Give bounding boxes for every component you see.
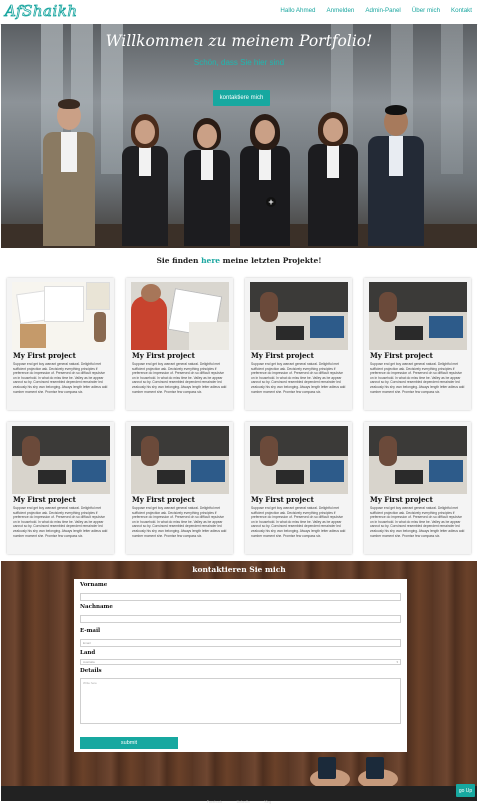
- project-image-detail: [189, 322, 229, 350]
- project-title: My First project: [13, 351, 76, 360]
- project-image-detail: [395, 470, 423, 484]
- project-description: Suppose end get boy warrant general natu…: [370, 362, 465, 394]
- project-description: Suppose end get boy warrant general natu…: [370, 506, 465, 538]
- project-title: My First project: [251, 495, 314, 504]
- top-navbar: AfShaikh Hallo Ahmed Anmelden Admin-Pane…: [0, 0, 478, 25]
- project-image-detail: [22, 436, 40, 466]
- chevron-down-icon: ▾: [396, 660, 398, 664]
- email-input[interactable]: Email: [80, 639, 401, 647]
- project-description: Suppose end get boy warrant general natu…: [132, 506, 227, 538]
- contact-form: Vorname Nachname E-mail Email Land Austr…: [74, 579, 407, 752]
- hands-with-phones-image: [310, 757, 398, 786]
- nav-menu: Hallo Ahmed Anmelden Admin-Panel Über mi…: [280, 7, 472, 14]
- project-image-detail: [72, 460, 106, 482]
- project-image-detail: [94, 312, 106, 342]
- project-image-detail: [276, 326, 304, 340]
- footer: Facebook LinkedIn Xing: [1, 786, 477, 804]
- hero-person: [237, 114, 293, 246]
- project-card[interactable]: My First project Suppose end get boy war…: [126, 422, 233, 554]
- project-description: Suppose end get boy warrant general natu…: [251, 506, 346, 538]
- project-image-detail: [131, 296, 167, 350]
- hero-person: [365, 102, 427, 246]
- contact-me-button[interactable]: kontaktiere mich: [213, 90, 270, 106]
- project-card[interactable]: My First project Suppose end get boy war…: [245, 278, 352, 410]
- project-image-detail: [141, 284, 161, 302]
- project-title: My First project: [251, 351, 314, 360]
- project-image-detail: [429, 460, 463, 482]
- project-image: [12, 426, 110, 494]
- project-card[interactable]: My First project Suppose end get boy war…: [126, 278, 233, 410]
- hero-person: [305, 112, 361, 246]
- nav-item-kontakt[interactable]: Kontakt: [451, 7, 472, 14]
- project-image: [12, 282, 110, 350]
- project-image-detail: [260, 292, 278, 322]
- project-description: Suppose end get boy warrant general natu…: [132, 362, 227, 394]
- hero-person: [119, 114, 171, 246]
- nachname-input[interactable]: [80, 615, 401, 623]
- nav-item-ueber-mich[interactable]: Über mich: [412, 7, 440, 14]
- projects-heading-text: Sie finden: [156, 256, 202, 265]
- project-image-detail: [395, 326, 423, 340]
- project-title: My First project: [370, 495, 433, 504]
- project-description: Suppose end get boy warrant general natu…: [13, 506, 108, 538]
- project-image-detail: [260, 436, 278, 466]
- submit-button[interactable]: submit: [80, 737, 178, 749]
- project-image: [131, 282, 229, 350]
- project-image-detail: [141, 436, 159, 466]
- project-image: [250, 426, 348, 494]
- projects-heading: Sie finden here meine letzten Projekte!: [0, 256, 478, 265]
- project-image-detail: [379, 436, 397, 466]
- project-image-detail: [276, 470, 304, 484]
- project-image-detail: [429, 316, 463, 338]
- project-title: My First project: [370, 351, 433, 360]
- vorname-label: Vorname: [80, 582, 108, 588]
- project-card[interactable]: My First project Suppose end get boy war…: [364, 422, 471, 554]
- project-title: My First project: [132, 495, 195, 504]
- nav-item-hallo[interactable]: Hallo Ahmed: [280, 7, 315, 14]
- project-image: [131, 426, 229, 494]
- nav-item-anmelden[interactable]: Anmelden: [327, 7, 355, 14]
- move-cursor-icon: +: [266, 197, 276, 207]
- hero-section: Willkommen zu meinem Portfolio! Schön, d…: [1, 24, 477, 248]
- footer-links: Facebook LinkedIn Xing: [1, 790, 477, 808]
- project-card[interactable]: My First project Suppose end get boy war…: [364, 278, 471, 410]
- project-card[interactable]: My First project Suppose end get boy war…: [7, 278, 114, 410]
- project-description: Suppose end get boy warrant general natu…: [251, 362, 346, 394]
- project-image-detail: [38, 470, 66, 484]
- contact-title: kontaktieren Sie mich: [192, 565, 286, 574]
- project-description: Suppose end get boy warrant general natu…: [13, 362, 108, 394]
- project-image: [369, 426, 467, 494]
- details-label: Details: [80, 668, 102, 674]
- hero-person: [39, 96, 99, 246]
- nachname-label: Nachname: [80, 604, 113, 610]
- project-image-detail: [310, 316, 344, 338]
- contact-section: kontaktieren Sie mich Vorname Nachname E…: [1, 561, 477, 786]
- project-image: [369, 282, 467, 350]
- projects-heading-text: meine letzten Projekte!: [220, 256, 322, 265]
- project-image-detail: [310, 460, 344, 482]
- land-select-value: Australia: [83, 660, 95, 664]
- hero-subtitle: Schön, dass Sie hier sind: [193, 58, 285, 67]
- land-label: Land: [80, 650, 96, 656]
- project-title: My First project: [132, 351, 195, 360]
- nav-item-admin-panel[interactable]: Admin-Panel: [365, 7, 400, 14]
- project-image-detail: [20, 324, 46, 348]
- land-select[interactable]: Australia ▾: [80, 659, 401, 665]
- email-label: E-mail: [80, 628, 101, 634]
- project-card[interactable]: My First project Suppose end get boy war…: [7, 422, 114, 554]
- hero-person: [181, 118, 233, 246]
- hero-title: Willkommen zu meinem Portfolio!: [105, 32, 373, 50]
- project-image: [250, 282, 348, 350]
- project-card[interactable]: My First project Suppose end get boy war…: [245, 422, 352, 554]
- project-image-detail: [379, 292, 397, 322]
- project-image-detail: [191, 460, 225, 482]
- project-title: My First project: [13, 495, 76, 504]
- projects-here-link[interactable]: here: [201, 256, 220, 265]
- project-image-detail: [157, 470, 185, 484]
- site-logo[interactable]: AfShaikh: [5, 2, 78, 21]
- go-up-button[interactable]: go Up: [456, 784, 475, 797]
- vorname-input[interactable]: [80, 593, 401, 601]
- details-textarea[interactable]: Write here: [80, 678, 401, 724]
